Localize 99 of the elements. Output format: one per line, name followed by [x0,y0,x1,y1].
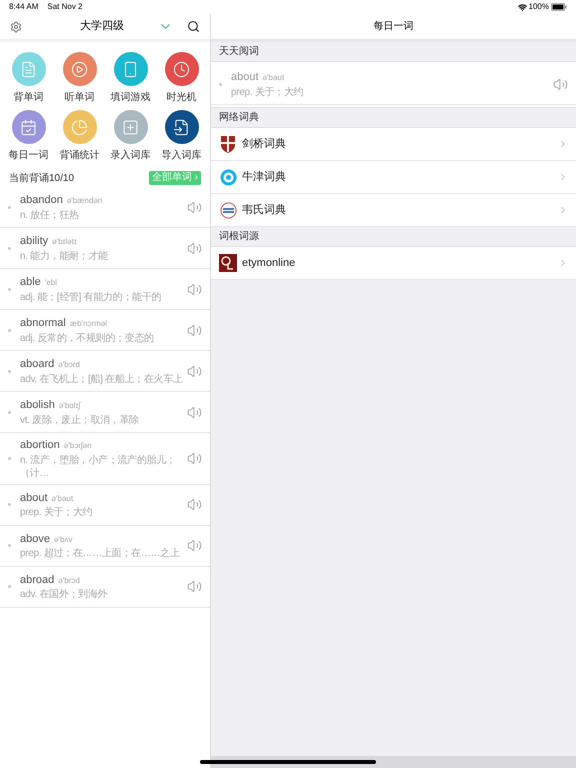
feature-button[interactable]: 背单词 [3,52,54,105]
feature-button[interactable]: 填词游戏 [105,52,156,105]
phonetic-text: ə'baʊt [52,492,74,505]
etymology-logo-icon [219,254,237,272]
phonetic-text: ə'bɪlətɪ [52,236,77,248]
speaker-icon[interactable] [187,538,202,553]
phonetic-text: 'ebl [44,277,57,290]
feature-button[interactable]: 听单词 [54,52,105,105]
word-row[interactable]: about ə'baʊt prep. 关于；大约 [0,484,210,526]
bullet-icon [8,503,11,506]
clock-icon [173,60,190,78]
meaning-text: prep. 关于；大约 [231,86,304,99]
word-row[interactable]: abroad ə'brɔd adv. 在国外；到海外 [0,566,210,608]
dictionary-name: etymonline [242,256,296,271]
add-icon [122,118,139,136]
speaker-icon[interactable] [187,404,202,420]
shield-logo-icon [220,135,236,153]
wifi-icon [518,2,527,12]
bullet-icon [8,456,11,460]
wordbook-title: 大学四级 [79,19,125,34]
status-date: Sat Nov 2 [47,1,82,13]
word-text: aboard [20,357,54,372]
meaning-text: n. 放任；狂热 [20,208,80,222]
phonetic-text: ə'baʊt [262,72,284,84]
ring-logo-icon [220,168,236,186]
play-icon [71,60,88,78]
dictionary-name: 剑桥词典 [242,136,287,152]
phonetic-text: ə'brɔd [58,574,80,587]
speaker-icon[interactable] [187,579,202,594]
word-text: about [231,70,259,86]
meaning-text: vt. 废除，废止；取消，革除 [20,414,140,427]
bullet-icon [8,206,11,208]
bullet-icon [8,246,11,250]
progress-label: 当前背诵10/10 [9,172,74,186]
search-icon[interactable] [187,20,200,33]
dictionary-row[interactable]: 牛津词典 [211,161,576,194]
section-header: 词根词源 [219,230,259,244]
meaning-text: n. 能力，能耐；才能 [20,250,109,263]
speaker-icon[interactable] [187,450,202,466]
battery-percent: 100% [528,1,549,13]
speaker-icon[interactable] [187,282,202,296]
page-title: 每日一词 [374,20,414,34]
bullet-icon [8,288,11,290]
seal-logo-icon [220,202,236,218]
speaker-icon[interactable] [187,497,202,512]
meaning-text: adj. 反常的，不规则的；变态的 [20,332,155,345]
word-text: abortion [20,438,60,453]
calendar-icon [20,118,37,136]
status-time: 8:44 AM [9,1,38,13]
phonetic-text: ə'bɔrʃən [64,440,92,452]
dictionary-row[interactable]: 剑桥词典 [211,128,576,161]
meaning-text: adv. 在飞机上；[船] 在船上；在火车上 [20,372,184,386]
phonetic-text: ə'bɔrd [58,359,80,372]
feature-button[interactable]: 背诵统计 [54,110,105,163]
word-text: abandon [20,193,63,208]
dictionary-name: 牛津词典 [242,170,287,185]
speaker-icon[interactable] [187,322,202,338]
battery-icon [551,3,567,11]
section-header: 网络词典 [219,110,259,125]
word-text: about [20,490,48,506]
word-text: abnormal [20,316,66,332]
phonetic-text: ə'bʌv [54,534,72,546]
file-import-icon [173,118,190,136]
meaning-text: n. 流产，堕胎，小产；流产的胎儿；（计… [20,454,177,480]
phonetic-text: æb'nɔrməl [70,318,107,330]
feature-button[interactable]: 每日一词 [3,110,54,163]
word-text: abolish [20,398,55,414]
word-text: able [20,275,41,290]
dictionary-row[interactable]: 韦氏词典 [211,194,576,227]
word-text: abroad [20,572,54,588]
phonetic-text: ə'bændən [66,195,102,208]
dictionary-row[interactable]: etymonline [211,247,576,280]
speaker-icon[interactable] [187,200,202,214]
meaning-text: prep. 超过；在……上面；在……之上 [20,547,181,560]
pie-chart-icon [71,118,88,136]
bullet-icon [219,82,222,86]
settings-icon[interactable] [10,20,22,32]
dictionary-name: 韦氏词典 [242,202,287,218]
bullet-icon [8,544,11,547]
speaker-icon[interactable] [187,240,202,256]
word-row[interactable]: above ə'bʌv prep. 超过；在……上面；在……之上 [0,526,210,566]
word-text: above [20,532,50,547]
feature-button[interactable]: 时光机 [156,52,207,105]
bullet-icon [8,328,11,332]
section-header: 天天阅词 [219,45,259,59]
bullet-icon [8,370,11,372]
feature-button[interactable]: 录入词库 [105,110,156,163]
meaning-text: adj. 能；[经管] 有能力的；能干的 [20,290,162,304]
phonetic-text: ə'bɑlɪʃ [58,400,80,412]
feature-button[interactable]: 导入词库 [156,110,207,163]
word-text: ability [20,234,48,250]
speaker-icon[interactable] [187,364,202,378]
speaker-icon[interactable] [553,76,568,92]
meaning-text: prep. 关于；大约 [20,506,94,520]
bullet-icon [8,410,11,414]
meaning-text: adv. 在国外；到海外 [20,588,108,602]
device-icon [122,60,139,78]
bullet-icon [8,585,11,588]
document-icon [20,60,37,78]
